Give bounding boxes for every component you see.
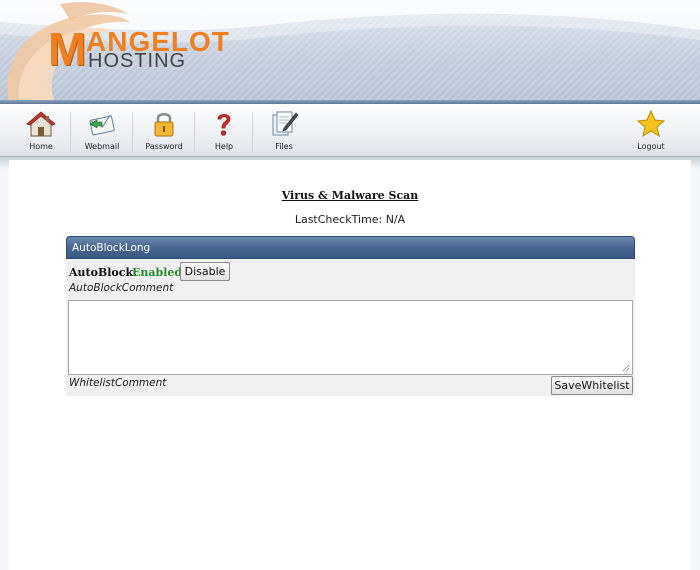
toolbar-password-button[interactable]: Password — [136, 104, 192, 156]
toolbar-separator — [132, 112, 133, 152]
logo-letter-m: M — [48, 23, 87, 75]
toolbar-webmail-button[interactable]: Webmail — [74, 104, 130, 156]
autoblock-status: Enabled — [132, 266, 183, 279]
autoblock-label: AutoBlock: — [69, 266, 138, 279]
brand-logo[interactable]: M ANGELOT HOSTING — [48, 26, 268, 76]
disable-button[interactable]: Disable — [180, 262, 230, 281]
panel-header: AutoBlockLong — [66, 236, 635, 259]
last-check-time: LastCheckTime: N/A — [294, 213, 406, 226]
whitelist-comment: WhitelistComment — [69, 377, 167, 389]
toolbar-help-button[interactable]: Help — [198, 104, 250, 156]
toolbar-separator — [194, 112, 195, 152]
save-whitelist-button[interactable]: SaveWhitelist — [551, 376, 633, 395]
whitelist-textarea[interactable] — [68, 300, 633, 375]
toolbar-password-label: Password — [145, 142, 183, 151]
logo-wordmark-bottom: HOSTING — [88, 50, 187, 72]
document-pen-icon — [272, 111, 299, 136]
page-title[interactable]: Virus & Malware Scan — [0, 189, 700, 202]
question-mark-icon — [217, 114, 231, 136]
main-toolbar: Home Webmail Password Help Files Logout — [0, 104, 700, 157]
resize-grip-icon[interactable] — [622, 364, 630, 372]
toolbar-files-button[interactable]: Files — [256, 104, 312, 156]
toolbar-webmail-label: Webmail — [84, 142, 120, 151]
toolbar-logout-button[interactable]: Logout — [628, 104, 674, 156]
toolbar-files-label: Files — [275, 142, 293, 151]
toolbar-home-button[interactable]: Home — [14, 104, 68, 156]
toolbar-separator — [70, 112, 71, 152]
autoblock-comment: AutoBlockComment — [69, 282, 174, 294]
toolbar-help-label: Help — [214, 142, 234, 151]
autoblock-panel: AutoBlockLong AutoBlock: Enabled Disable… — [66, 236, 635, 396]
panel-header-title: AutoBlockLong — [72, 242, 151, 254]
site-header: M ANGELOT HOSTING — [0, 0, 700, 104]
toolbar-separator — [252, 112, 253, 152]
star-icon — [636, 110, 666, 138]
toolbar-logout-label: Logout — [637, 142, 665, 151]
house-icon — [26, 111, 56, 137]
padlock-icon — [154, 113, 174, 137]
toolbar-home-label: Home — [29, 142, 53, 151]
mail-icon — [89, 114, 115, 136]
